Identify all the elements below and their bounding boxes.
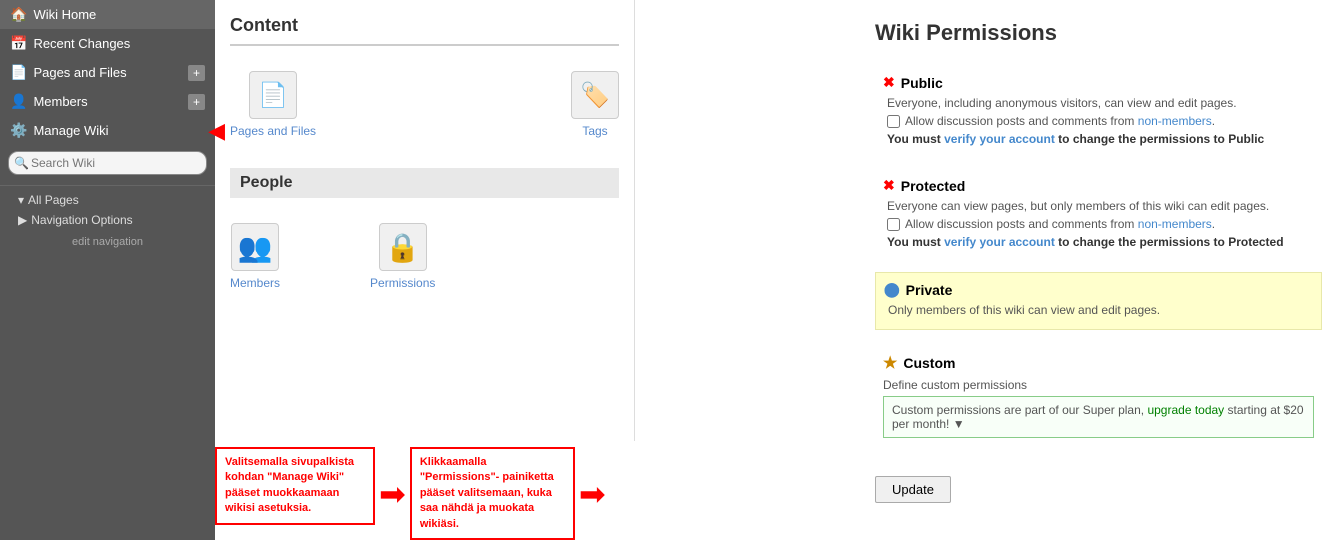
upgrade-link[interactable]: upgrade today [1147,403,1224,417]
perm-label-protected: Protected [901,178,966,194]
sidebar-label-pages-and-files: Pages and Files [33,65,126,80]
content-tags-link[interactable]: 🏷️ Tags [571,71,619,138]
sidebar-label-recent-changes: Recent Changes [33,36,130,51]
nonmembers-link-public[interactable]: non-members [1138,114,1212,128]
x-icon-public: ✖ [883,74,895,91]
perm-check-public: Allow discussion posts and comments from… [887,114,1314,128]
custom-box: Custom permissions are part of our Super… [883,396,1314,438]
perm-checkbox-protected[interactable] [887,218,900,231]
all-pages-label: All Pages [28,193,79,207]
sidebar-label-members: Members [33,94,87,109]
nav-options-label: Navigation Options [31,213,132,227]
pages-files-icon-box: 📄 [249,71,297,119]
pages-add-button[interactable]: + [188,65,205,81]
perm-label-private: Private [906,282,953,298]
content-panel: Content 📄 Pages and Files ⬇ 🏷️ Tags Peop… [215,0,635,441]
verify-link-protected[interactable]: verify your account [944,235,1055,249]
annotation-box-1: Valitsemalla sivupalkista kohdan "Manage… [215,447,375,525]
edit-navigation-link[interactable]: edit navigation [0,230,215,254]
content-heading: Content [230,15,619,46]
permissions-panel: Wiki Permissions ✖ Public Everyone, incl… [855,0,1342,540]
perm-option-private: ⬤ Private Only members of this wiki can … [875,272,1322,330]
permissions-heading: Wiki Permissions [875,20,1322,46]
people-heading: People [230,168,619,198]
content-icon-grid: 📄 Pages and Files ⬇ 🏷️ Tags [230,61,619,148]
perm-check-protected: Allow discussion posts and comments from… [887,217,1314,231]
calendar-icon: 📅 [10,35,27,52]
perm-title-private: ⬤ Private [884,281,1313,298]
permissions-label: Permissions [370,276,435,290]
star-icon-custom: ★ [883,353,897,373]
all-pages-icon: ▾ [18,193,24,207]
search-icon: 🔍 [14,156,29,170]
perm-checkbox-public[interactable] [887,115,900,128]
people-icon-grid: 👥 Members 🔒 Permissions [230,213,619,300]
perm-title-protected: ✖ Protected [883,177,1314,194]
home-icon: 🏠 [10,6,27,23]
sidebar-item-pages-and-files[interactable]: 📄 Pages and Files + [0,58,215,87]
pages-icon: 📄 [10,64,27,81]
annotations-row: Valitsemalla sivupalkista kohdan "Manage… [215,441,855,540]
main-area: Content 📄 Pages and Files ⬇ 🏷️ Tags Peop… [215,0,1342,540]
x-icon-protected: ✖ [883,177,895,194]
custom-label: Define custom permissions [883,378,1314,392]
permissions-icon-box: 🔒 [379,223,427,271]
update-button[interactable]: Update [875,476,951,503]
arrow-2: ➡ [577,478,608,510]
arrow-1: ➡ [377,478,408,510]
members-label: Members [230,276,280,290]
annotation-box-2: Klikkaamalla "Permissions"- painiketta p… [410,447,575,540]
members-link[interactable]: 👥 Members [230,223,280,290]
tags-icon-box: 🏷️ [571,71,619,119]
perm-option-custom: ★ Custom Define custom permissions Custo… [875,345,1322,446]
perm-warning-public: You must verify your account to change t… [887,132,1314,146]
verify-link-public[interactable]: verify your account [944,132,1055,146]
perm-option-public: ✖ Public Everyone, including anonymous v… [875,66,1322,154]
perm-check-label-protected: Allow discussion posts and comments from… [905,217,1215,231]
gear-icon: ⚙️ [10,122,27,139]
permissions-link[interactable]: 🔒 Permissions [370,223,435,290]
members-icon-box: 👥 [231,223,279,271]
perm-desc-protected: Everyone can view pages, but only member… [887,199,1314,213]
sidebar-label-wiki-home: Wiki Home [33,7,96,22]
sidebar-all-pages[interactable]: ▾ All Pages [0,190,215,210]
perm-title-public: ✖ Public [883,74,1314,91]
nonmembers-link-protected[interactable]: non-members [1138,217,1212,231]
perm-option-protected: ✖ Protected Everyone can view pages, but… [875,169,1322,257]
search-input[interactable] [8,151,207,175]
custom-section: Define custom permissions Custom permiss… [883,378,1314,438]
nav-options-icon: ▶ [18,213,27,227]
sidebar-item-wiki-home[interactable]: 🏠 Wiki Home [0,0,215,29]
members-icon: 👤 [10,93,27,110]
pages-files-label: Pages and Files [230,124,316,138]
perm-desc-private: Only members of this wiki can view and e… [888,303,1313,317]
perm-label-public: Public [901,75,943,91]
sidebar: 🏠 Wiki Home 📅 Recent Changes 📄 Pages and… [0,0,215,540]
perm-desc-public: Everyone, including anonymous visitors, … [887,96,1314,110]
members-add-button[interactable]: + [188,94,205,110]
sidebar-label-manage-wiki: Manage Wiki [33,123,108,138]
search-box: 🔍 [8,151,207,175]
perm-label-custom: Custom [903,355,955,371]
tags-label: Tags [582,124,607,138]
content-pages-files-link[interactable]: 📄 Pages and Files [230,71,316,138]
sidebar-item-recent-changes[interactable]: 📅 Recent Changes [0,29,215,58]
radio-icon-private: ⬤ [884,281,900,298]
sidebar-item-manage-wiki[interactable]: ⚙️ Manage Wiki ◀ [0,116,215,145]
perm-check-label-public: Allow discussion posts and comments from… [905,114,1215,128]
sidebar-navigation-options[interactable]: ▶ Navigation Options [0,210,215,230]
perm-warning-protected: You must verify your account to change t… [887,235,1314,249]
sidebar-item-members[interactable]: 👤 Members + [0,87,215,116]
perm-title-custom: ★ Custom [883,353,1314,373]
